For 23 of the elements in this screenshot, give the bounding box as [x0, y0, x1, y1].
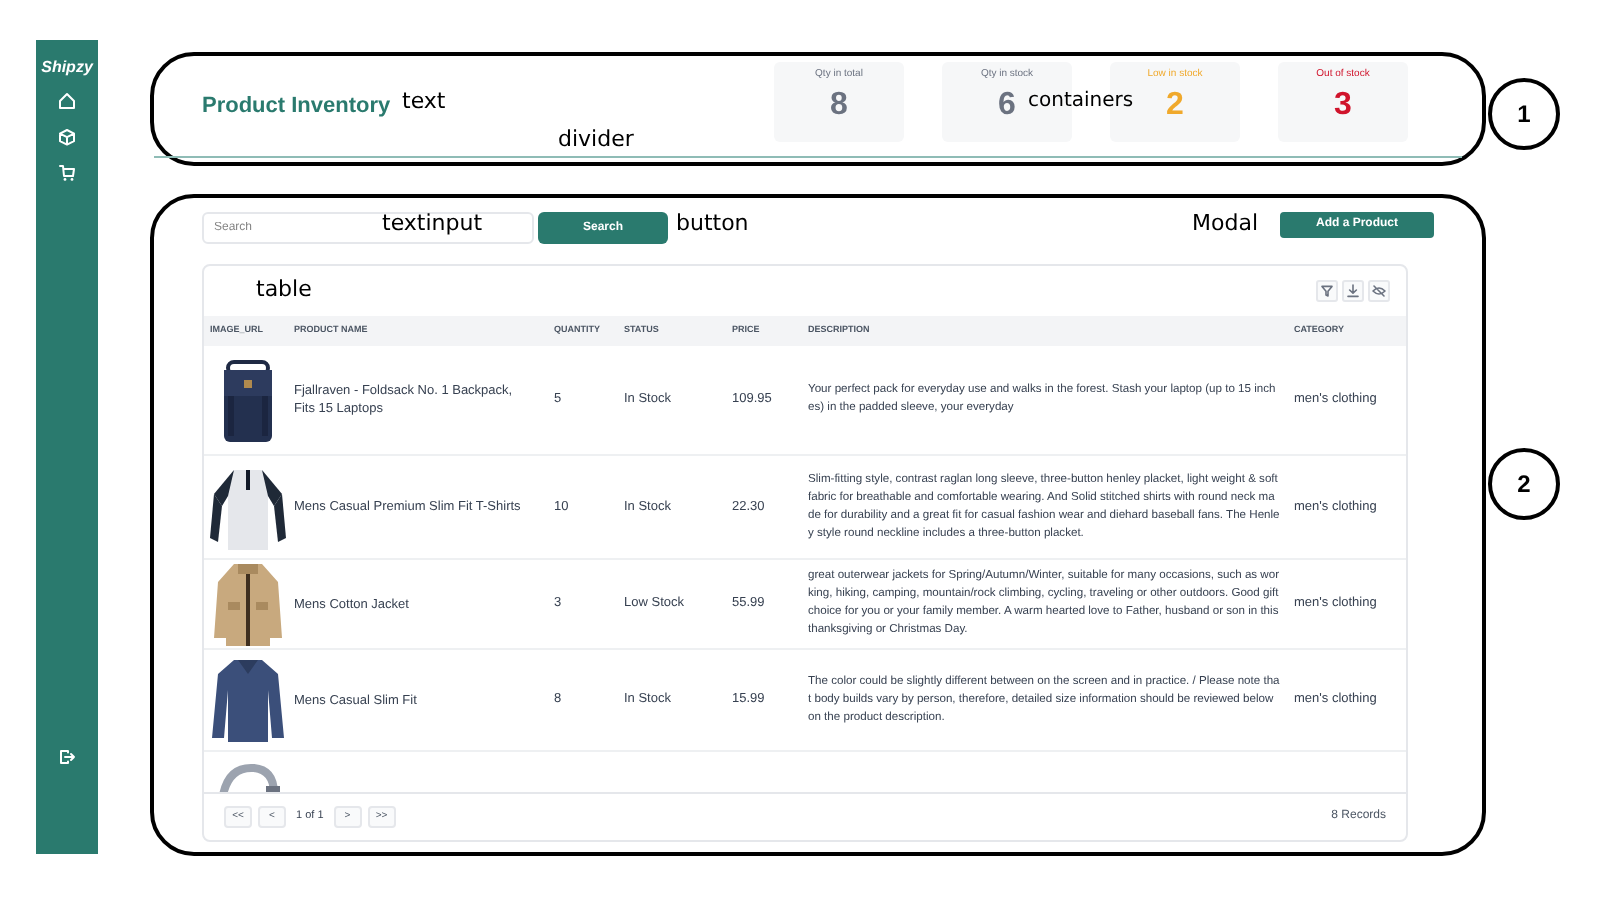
callout-number: 1 [1488, 78, 1560, 150]
stat-value: 2 [1166, 90, 1184, 122]
annotation-label: Modal [1192, 212, 1258, 234]
stat-value: 3 [1334, 90, 1352, 122]
table-row[interactable] [204, 560, 1406, 650]
stat-value: 8 [830, 90, 848, 122]
stat-value: 6 [998, 90, 1016, 122]
logo: Shipzy [41, 60, 93, 76]
home-icon[interactable] [58, 92, 76, 110]
cart-icon[interactable] [58, 164, 76, 182]
annotation-label: text [402, 90, 446, 112]
page-title: Product Inventory [202, 92, 391, 122]
box-icon[interactable] [58, 128, 76, 146]
annotation-label: containers [1028, 92, 1134, 112]
download-icon[interactable] [1342, 280, 1364, 302]
annotation-label: button [676, 212, 749, 234]
annotation-label: table [256, 278, 312, 300]
filter-icon[interactable] [1316, 280, 1338, 302]
annotation-label: divider [558, 128, 634, 150]
callout-number: 2 [1488, 448, 1560, 520]
annotation-label: textinput [382, 212, 483, 234]
logout-icon[interactable] [58, 748, 76, 766]
hidden-icon[interactable] [1368, 280, 1390, 302]
